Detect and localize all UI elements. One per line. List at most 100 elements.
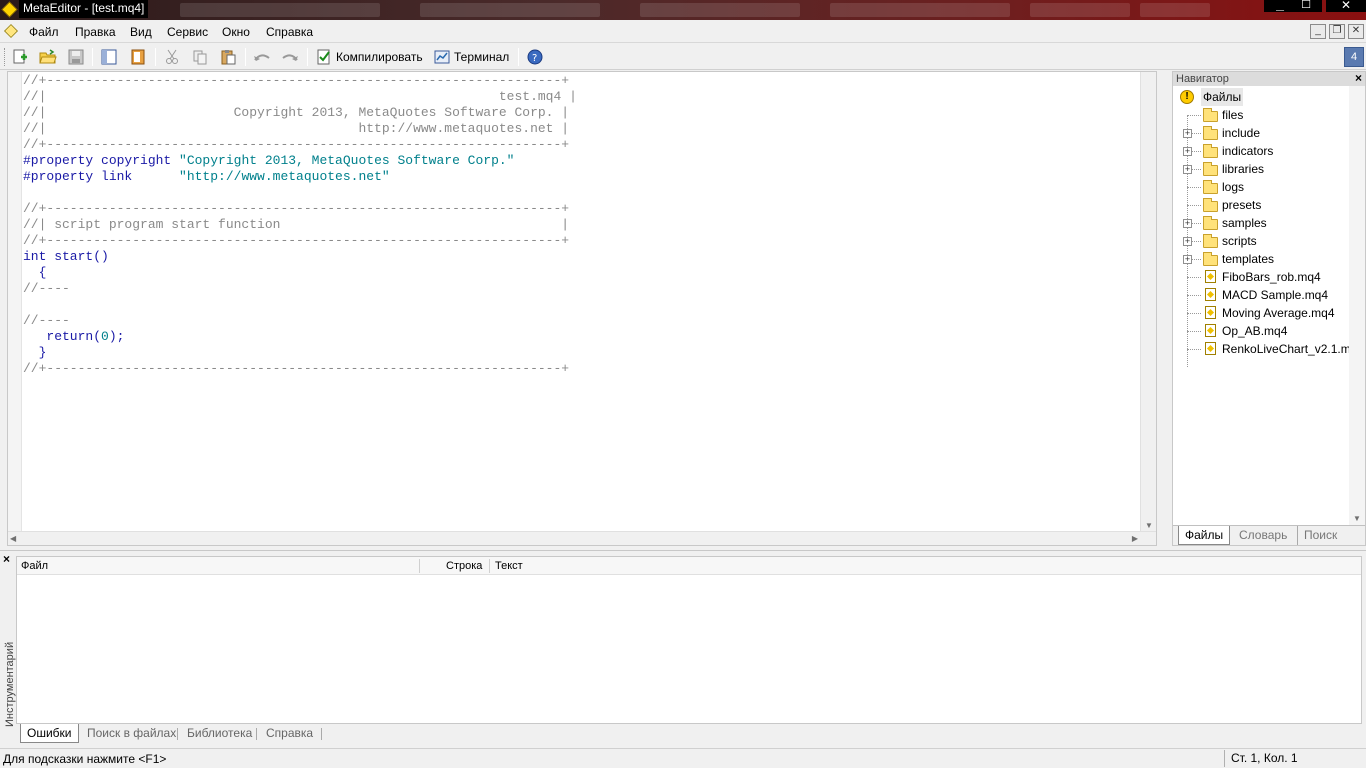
code-text[interactable]: //+-------------------------------------… <box>23 73 577 377</box>
tree-file[interactable]: RenkoLiveChart_v2.1.mq4 <box>1173 340 1365 358</box>
code-editor[interactable]: //+-------------------------------------… <box>7 71 1157 546</box>
help-button[interactable]: ? <box>524 47 546 67</box>
code-line[interactable]: return(0); <box>23 329 577 345</box>
code-line[interactable]: //+-------------------------------------… <box>23 73 577 89</box>
new-file-button[interactable] <box>9 47 31 67</box>
code-line[interactable]: //---- <box>23 281 577 297</box>
tree-file[interactable]: MACD Sample.mq4 <box>1173 286 1365 304</box>
toolbox-toggle-button[interactable] <box>127 47 149 67</box>
expand-plus-icon[interactable]: + <box>1183 219 1192 228</box>
navigator-close-icon[interactable]: × <box>1355 72 1362 85</box>
tab-files[interactable]: Файлы <box>1178 526 1231 545</box>
folder-icon <box>1203 126 1218 140</box>
tree-file[interactable]: Op_AB.mq4 <box>1173 322 1365 340</box>
compile-check-icon <box>317 49 330 65</box>
tree-folder[interactable]: + include <box>1173 124 1365 142</box>
editor-horizontal-scrollbar[interactable]: ◀ ▶ <box>8 531 1156 545</box>
tree-file[interactable]: Moving Average.mq4 <box>1173 304 1365 322</box>
cursor-position: Ст. 1, Кол. 1 <box>1224 750 1298 767</box>
mdi-minimize-button[interactable]: _ <box>1310 24 1326 39</box>
menu-edit[interactable]: Правка <box>75 24 116 40</box>
cut-button[interactable] <box>161 47 183 67</box>
code-line[interactable]: int start() <box>23 249 577 265</box>
menu-view[interactable]: Вид <box>130 24 152 40</box>
code-line[interactable] <box>23 297 577 313</box>
tree-folder[interactable]: + libraries <box>1173 160 1365 178</box>
expand-plus-icon[interactable]: + <box>1183 255 1192 264</box>
tab-help[interactable]: Справка <box>266 724 313 743</box>
tree-item-label: templates <box>1222 252 1275 266</box>
tree-item-label: presets <box>1222 198 1262 212</box>
code-line[interactable]: //+-------------------------------------… <box>23 201 577 217</box>
redo-button[interactable] <box>279 47 301 67</box>
tree-file[interactable]: FiboBars_rob.mq4 <box>1173 268 1365 286</box>
navigator-scrollbar[interactable]: ▼ <box>1349 86 1365 526</box>
save-button[interactable] <box>65 47 87 67</box>
mdi-close-button[interactable]: ✕ <box>1348 24 1364 39</box>
open-folder-icon <box>39 49 57 64</box>
code-line[interactable]: //| script program start function | <box>23 217 577 233</box>
code-line[interactable]: //+-------------------------------------… <box>23 361 577 377</box>
paste-button[interactable] <box>217 47 239 67</box>
tab-library[interactable]: Библиотека <box>187 724 252 743</box>
expand-plus-icon[interactable]: + <box>1183 147 1192 156</box>
expand-plus-icon[interactable]: + <box>1183 237 1192 246</box>
scroll-right-arrow-icon[interactable]: ▶ <box>1132 534 1138 543</box>
menu-file[interactable]: Файл <box>29 24 59 40</box>
tree-root[interactable]: ! Файлы <box>1173 88 1365 106</box>
tab-dictionary[interactable]: Словарь <box>1233 526 1293 545</box>
code-line[interactable]: } <box>23 345 577 361</box>
navigator-toggle-button[interactable] <box>98 47 120 67</box>
menu-help[interactable]: Справка <box>266 24 313 40</box>
menu-bar: Файл Правка Вид Сервис Окно Справка _ ❐ … <box>0 21 1366 43</box>
editor-vertical-scrollbar[interactable]: ▼ <box>1140 72 1156 532</box>
expand-plus-icon[interactable]: + <box>1183 165 1192 174</box>
messages-button[interactable]: 4 <box>1344 47 1364 67</box>
code-line[interactable]: //---- <box>23 313 577 329</box>
code-line[interactable]: //| test.mq4 | <box>23 89 577 105</box>
undo-button[interactable] <box>251 47 273 67</box>
menu-service[interactable]: Сервис <box>167 24 208 40</box>
code-line[interactable]: //+-------------------------------------… <box>23 137 577 153</box>
tree-folder[interactable]: + templates <box>1173 250 1365 268</box>
tab-errors[interactable]: Ошибки <box>20 724 79 743</box>
tree-folder[interactable]: logs <box>1173 178 1365 196</box>
scroll-down-arrow-icon[interactable]: ▼ <box>1145 521 1153 530</box>
code-line[interactable] <box>23 185 577 201</box>
mdi-restore-button[interactable]: ❐ <box>1329 24 1345 39</box>
column-text[interactable]: Текст <box>495 557 523 575</box>
tab-search[interactable]: Поиск <box>1297 526 1343 545</box>
tree-folder[interactable]: + scripts <box>1173 232 1365 250</box>
terminal-button[interactable]: Терминал <box>434 47 509 67</box>
errors-list[interactable]: Файл Строка Текст <box>16 556 1362 724</box>
tree-item-label: libraries <box>1222 162 1265 176</box>
close-button[interactable]: ✕ <box>1326 0 1366 12</box>
column-file[interactable]: Файл <box>21 557 48 575</box>
book-icon <box>131 49 145 65</box>
toolbox-close-icon[interactable]: × <box>3 552 10 566</box>
tab-find-in-files[interactable]: Поиск в файлах <box>87 724 176 743</box>
code-line[interactable]: #property copyright "Copyright 2013, Met… <box>23 153 577 169</box>
new-file-icon <box>13 49 27 64</box>
window-title: MetaEditor - [test.mq4] <box>19 0 149 18</box>
code-line[interactable]: #property link "http://www.metaquotes.ne… <box>23 169 577 185</box>
maximize-button[interactable]: ☐ <box>1290 0 1322 12</box>
open-button[interactable] <box>37 47 59 67</box>
menu-window[interactable]: Окно <box>222 24 250 40</box>
tree-folder[interactable]: + indicators <box>1173 142 1365 160</box>
code-line[interactable]: //| http://www.metaquotes.net | <box>23 121 577 137</box>
tree-folder[interactable]: + samples <box>1173 214 1365 232</box>
nav-scroll-down-icon[interactable]: ▼ <box>1353 514 1361 523</box>
copy-button[interactable] <box>189 47 211 67</box>
tree-folder[interactable]: presets <box>1173 196 1365 214</box>
code-line[interactable]: //+-------------------------------------… <box>23 233 577 249</box>
document-icon[interactable] <box>4 24 18 38</box>
tree-folder[interactable]: files <box>1173 106 1365 124</box>
compile-button[interactable]: Компилировать <box>316 47 423 67</box>
code-line[interactable]: { <box>23 265 577 281</box>
column-line[interactable]: Строка <box>446 557 482 575</box>
scroll-left-arrow-icon[interactable]: ◀ <box>10 534 16 543</box>
toolbar-grip[interactable] <box>4 48 7 66</box>
expand-plus-icon[interactable]: + <box>1183 129 1192 138</box>
code-line[interactable]: //| Copyright 2013, MetaQuotes Software … <box>23 105 577 121</box>
